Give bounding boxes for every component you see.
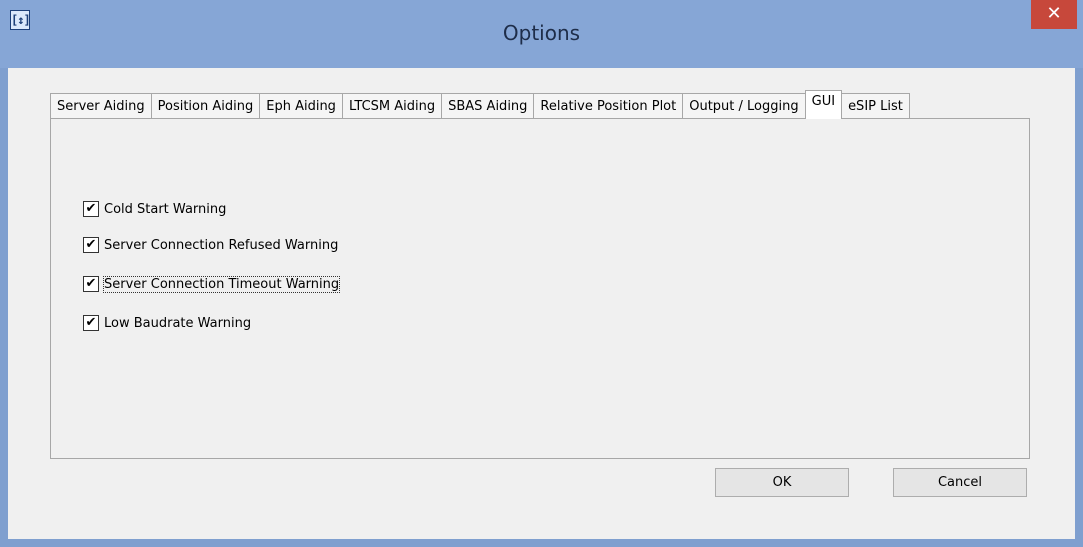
close-icon: ✕ — [1046, 3, 1062, 24]
dialog-body: Server Aiding Position Aiding Eph Aiding… — [8, 68, 1075, 539]
low-baudrate-warning-checkbox[interactable]: ✔ — [83, 315, 99, 331]
server-connection-refused-warning-option[interactable]: ✔ Server Connection Refused Warning — [83, 235, 338, 255]
tab-position-aiding[interactable]: Position Aiding — [150, 93, 261, 119]
cancel-button[interactable]: Cancel — [893, 468, 1027, 497]
title-bar[interactable]: [↕] Options ✕ — [0, 0, 1083, 68]
tab-gui[interactable]: GUI — [804, 90, 843, 119]
low-baudrate-warning-option[interactable]: ✔ Low Baudrate Warning — [83, 313, 251, 333]
server-connection-refused-warning-checkbox[interactable]: ✔ — [83, 237, 99, 253]
server-connection-refused-warning-label: Server Connection Refused Warning — [104, 237, 339, 253]
tab-strip: Server Aiding Position Aiding Eph Aiding… — [50, 90, 910, 119]
server-connection-timeout-warning-checkbox[interactable]: ✔ — [83, 276, 99, 292]
window-title: Options — [502, 21, 581, 45]
options-window: [↕] Options ✕ Server Aiding Position Aid… — [0, 0, 1083, 547]
cold-start-warning-option[interactable]: ✔ Cold Start Warning — [83, 199, 226, 219]
cold-start-warning-label: Cold Start Warning — [104, 201, 227, 217]
low-baudrate-warning-label: Low Baudrate Warning — [104, 315, 252, 331]
close-button[interactable]: ✕ — [1031, 0, 1077, 29]
tab-server-aiding[interactable]: Server Aiding — [50, 93, 152, 119]
cold-start-warning-checkbox[interactable]: ✔ — [83, 201, 99, 217]
gui-tab-panel: ✔ Cold Start Warning ✔ Server Connection… — [50, 118, 1030, 459]
tab-eph-aiding[interactable]: Eph Aiding — [259, 93, 343, 119]
tab-relative-position-plot[interactable]: Relative Position Plot — [533, 93, 684, 119]
ok-button[interactable]: OK — [715, 468, 849, 497]
server-connection-timeout-warning-label: Server Connection Timeout Warning — [102, 275, 341, 293]
tab-esip-list[interactable]: eSIP List — [841, 93, 910, 119]
server-connection-timeout-warning-option[interactable]: ✔ Server Connection Timeout Warning — [83, 274, 341, 294]
tab-output-logging[interactable]: Output / Logging — [682, 93, 806, 119]
tab-sbas-aiding[interactable]: SBAS Aiding — [441, 93, 535, 119]
tab-ltcsm-aiding[interactable]: LTCSM Aiding — [341, 93, 443, 119]
